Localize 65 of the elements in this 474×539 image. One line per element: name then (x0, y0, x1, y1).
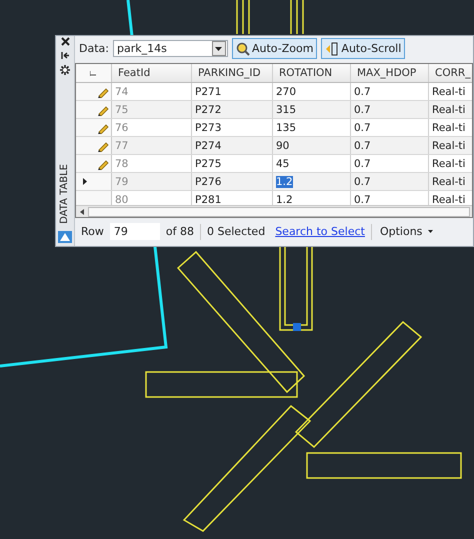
table-cell: P276 (192, 173, 273, 190)
column-header[interactable]: ROTATION (273, 64, 351, 82)
settings-icon[interactable] (60, 65, 70, 75)
table-cell: P275 (192, 155, 273, 172)
table-cell: 1.2 (273, 173, 351, 190)
pencil-icon (97, 122, 109, 134)
pencil-icon (97, 158, 109, 170)
table-cell: 315 (273, 101, 351, 118)
scroll-left-icon[interactable] (80, 208, 84, 214)
pencil-icon (97, 86, 109, 98)
search-to-select-link[interactable]: Search to Select (275, 225, 365, 238)
row-count: of 88 (166, 225, 194, 238)
table-cell: 0.7 (351, 101, 429, 118)
column-header[interactable]: FeatId (112, 64, 192, 82)
table-cell: P273 (192, 119, 273, 136)
scroll-icon (325, 42, 340, 56)
row-label: Row (81, 225, 104, 238)
table-cell: 90 (273, 137, 351, 154)
horizontal-scrollbar[interactable] (76, 205, 472, 217)
table-cell: 76 (112, 119, 192, 136)
selected-count: 0 Selected (207, 225, 266, 238)
vertex-marker (293, 323, 301, 331)
parallel-lines-drawing (236, 0, 304, 35)
magnifier-icon (236, 42, 250, 56)
table-cell: 270 (273, 83, 351, 100)
table-cell-text: Real-ti (431, 120, 466, 136)
close-icon[interactable] (60, 37, 70, 46)
table-cell-text: Real-ti (431, 102, 466, 118)
row-header[interactable] (76, 173, 112, 190)
current-row-icon (83, 178, 87, 185)
table-cell: 78 (112, 155, 192, 172)
data-label: Data: (79, 42, 109, 55)
table-cell-text: Real-ti (431, 138, 466, 154)
table-cell: P271 (192, 83, 273, 100)
column-header[interactable]: PARKING_ID (192, 64, 273, 82)
table-cell: 45 (273, 155, 351, 172)
caret-icon (428, 230, 434, 233)
table-cell: 74 (112, 83, 192, 100)
table-cell-text: Real-ti (431, 156, 466, 172)
panel-title: DATA TABLE (59, 164, 71, 224)
table-cell: 79 (112, 173, 192, 190)
table-cell: 135 (273, 119, 351, 136)
pin-icon[interactable] (60, 51, 70, 60)
table-cell: 0.7 (351, 137, 429, 154)
table-cell: P272 (192, 101, 273, 118)
dataset-dropdown[interactable]: park_14s (112, 40, 228, 57)
options-button[interactable]: Options (378, 225, 436, 238)
table-cell: 0.7 (351, 83, 429, 100)
table-cell-text: Real-ti (431, 192, 466, 205)
table-cell: P274 (192, 137, 273, 154)
table-cell-text: Real-ti (431, 84, 466, 100)
app-logo-icon (58, 231, 72, 243)
table-cell: 0.7 (351, 155, 429, 172)
column-header[interactable]: CORR_ (429, 64, 472, 82)
table-cell-text: Real-ti (431, 174, 466, 190)
auto-zoom-button[interactable]: Auto-Zoom (232, 38, 318, 59)
pencil-icon (97, 140, 109, 152)
auto-scroll-button[interactable]: Auto-Scroll (321, 38, 406, 59)
column-header[interactable]: MAX_HDOP (351, 64, 429, 82)
table-cell: 0.7 (351, 173, 429, 190)
table-cell: 77 (112, 137, 192, 154)
row-number-field[interactable]: 79 (110, 223, 160, 240)
pencil-icon (97, 104, 109, 116)
table-cell: 0.7 (351, 119, 429, 136)
table-cell: 75 (112, 101, 192, 118)
